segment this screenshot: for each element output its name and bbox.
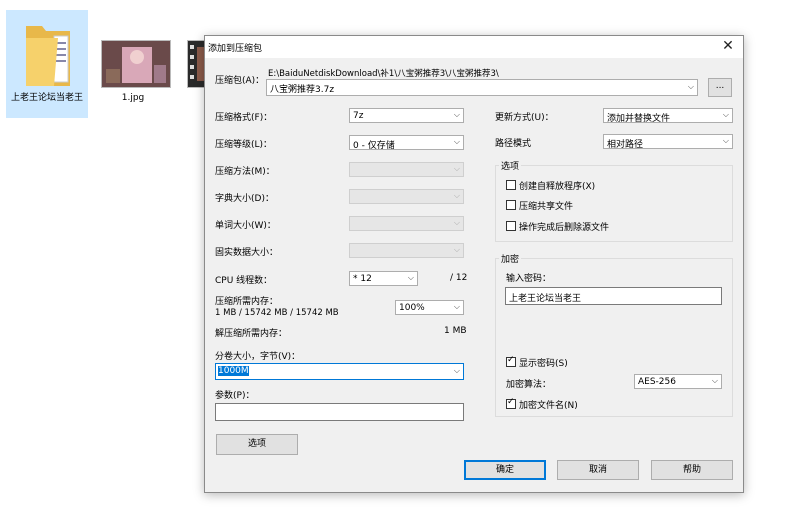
image-thumbnail [101, 40, 171, 88]
image-file[interactable]: 1.jpg [92, 10, 174, 118]
password-input[interactable]: 上老王论坛当老王 [505, 287, 722, 305]
level-label: 压缩等级(L)： [215, 140, 273, 150]
password-value: 上老王论坛当老王 [509, 294, 582, 304]
chevron-down-icon[interactable]: ⌵ [454, 366, 460, 376]
word-label: 单词大小(W)： [215, 221, 276, 231]
chevron-down-icon[interactable]: ⌵ [723, 136, 729, 146]
dialog-title: 添加到压缩包 [208, 44, 263, 54]
level-value: 0 - 仅存储 [353, 141, 395, 151]
update-value: 添加并替换文件 [607, 114, 671, 124]
archive-name-value: 八宝粥推荐3.7z [270, 85, 335, 95]
folder-file[interactable]: 上老王论坛当老王 [6, 10, 88, 118]
path-mode-label: 路径模式 [495, 139, 532, 149]
dict-select: ⌵ [349, 189, 464, 204]
add-to-archive-dialog: 添加到压缩包 ✕ 压缩包(A)： E:\BaiduNetdiskDownload… [204, 35, 744, 493]
encrypt-names-label: 加密文件名(N) [519, 401, 578, 411]
cpu-label: CPU 线程数： [215, 276, 273, 286]
method-label: 压缩方法(M)： [215, 167, 275, 177]
options-button[interactable]: 选项 [216, 434, 298, 455]
help-button[interactable]: 帮助 [651, 460, 733, 480]
encryption-method-select[interactable]: AES-256 ⌵ [634, 374, 722, 389]
format-select[interactable]: 7z ⌵ [349, 108, 464, 123]
chevron-down-icon[interactable]: ⌵ [688, 82, 694, 92]
solid-label: 固实数据大小： [215, 248, 279, 258]
params-input[interactable] [215, 403, 464, 421]
path-mode-value: 相对路径 [607, 140, 644, 150]
mem-percent-select[interactable]: 100% ⌵ [395, 300, 464, 315]
archive-name-combobox[interactable]: 八宝粥推荐3.7z ⌵ [266, 79, 698, 96]
format-label: 压缩格式(F)： [215, 113, 273, 123]
volume-value: 1000M [218, 366, 249, 376]
format-value: 7z [353, 111, 364, 121]
file-label: 上老王论坛当老王 [10, 93, 83, 103]
chevron-down-icon: ⌵ [453, 191, 460, 200]
chevron-down-icon[interactable]: ⌵ [712, 376, 718, 386]
mem-compress-label: 压缩所需内存： [215, 297, 279, 307]
cpu-select[interactable]: * 12 ⌵ [349, 271, 418, 286]
delete-label: 操作完成后删除源文件 [519, 223, 610, 233]
params-label: 参数(P)： [215, 391, 255, 401]
cancel-button[interactable]: 取消 [557, 460, 639, 480]
delete-checkbox[interactable] [506, 221, 516, 231]
path-mode-select[interactable]: 相对路径 ⌵ [603, 134, 733, 150]
archive-label: 压缩包(A)： [215, 76, 265, 86]
chevron-down-icon: ⌵ [453, 245, 460, 254]
file-label: 1.jpg [121, 93, 145, 103]
ok-button[interactable]: 确定 [464, 460, 546, 480]
browse-button[interactable]: ... [708, 78, 732, 97]
mem-decompress-value: 1 MB [444, 326, 467, 336]
shared-checkbox[interactable] [506, 200, 516, 210]
show-password-label: 显示密码(S) [519, 359, 568, 369]
dict-label: 字典大小(D)： [215, 194, 274, 204]
archive-path: E:\BaiduNetdiskDownload\补1\八宝粥推荐3\八宝粥推荐3… [268, 69, 499, 79]
volume-label: 分卷大小，字节(V)： [215, 352, 301, 362]
close-icon[interactable]: ✕ [719, 38, 737, 54]
shared-label: 压缩共享文件 [519, 202, 574, 212]
word-select: ⌵ [349, 216, 464, 231]
show-password-checkbox[interactable] [506, 355, 516, 367]
options-group-title: 选项 [499, 159, 522, 172]
chevron-down-icon[interactable]: ⌵ [454, 137, 460, 147]
update-label: 更新方式(U)： [495, 113, 554, 123]
encrypt-names-checkbox[interactable] [506, 397, 516, 409]
chevron-down-icon[interactable]: ⌵ [454, 302, 460, 312]
sfx-label: 创建自释放程序(X) [519, 182, 596, 192]
encryption-method-label: 加密算法： [506, 380, 552, 390]
cpu-total: / 12 [450, 273, 468, 283]
mem-compress-detail: 1 MB / 15742 MB / 15742 MB [215, 308, 339, 318]
mem-percent-value: 100% [399, 303, 425, 313]
chevron-down-icon: ⌵ [453, 164, 460, 173]
volume-combobox[interactable]: 1000M ⌵ [215, 363, 464, 380]
encryption-group-title: 加密 [499, 252, 522, 265]
cpu-value: * 12 [353, 274, 372, 284]
method-select: ⌵ [349, 162, 464, 177]
chevron-down-icon[interactable]: ⌵ [723, 110, 729, 120]
folder-icon [26, 26, 70, 86]
password-label: 输入密码： [506, 274, 552, 284]
update-select[interactable]: 添加并替换文件 ⌵ [603, 108, 733, 124]
mem-decompress-label: 解压缩所需内存： [215, 329, 288, 339]
level-select[interactable]: 0 - 仅存储 ⌵ [349, 135, 464, 151]
encryption-method-value: AES-256 [638, 377, 676, 387]
chevron-down-icon[interactable]: ⌵ [454, 110, 460, 120]
chevron-down-icon[interactable]: ⌵ [408, 273, 414, 283]
solid-select: ⌵ [349, 243, 464, 258]
title-bar: 添加到压缩包 ✕ [205, 36, 743, 58]
sfx-checkbox[interactable] [506, 180, 516, 190]
chevron-down-icon: ⌵ [453, 218, 460, 227]
